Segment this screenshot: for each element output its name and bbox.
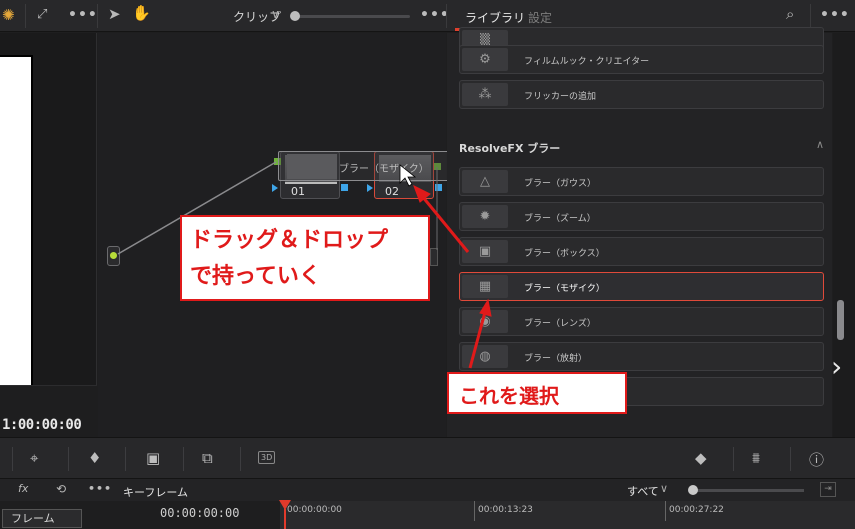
keyframe-timeline: フレーム 00:00:00:00 00:00:00:00 00:00:13:23… (0, 501, 855, 529)
history-icon[interactable]: ⟲ (56, 483, 66, 495)
divider (97, 4, 98, 28)
node-01-input-port[interactable] (272, 184, 278, 192)
expand-panel-icon[interactable]: ⇥ (820, 482, 836, 497)
library-item-label: フリッカーの追加 (524, 92, 597, 102)
library-item-label: ブラー（レンズ） (524, 319, 596, 329)
sparkle-icon: ⁂ (462, 83, 508, 106)
box-blur-icon: ▣ (462, 240, 508, 263)
library-item-label: ブラー（ズーム） (524, 214, 596, 224)
pointer-icon[interactable]: ➤ (108, 7, 121, 22)
node-toolbar: ⌖ ♦ ▣ ⧉ 3D ◆ ⩩ ⓘ (0, 437, 855, 479)
3d-icon[interactable]: 3D (258, 451, 276, 464)
library-item-label: ブラー（モザイク） (524, 284, 605, 294)
divider (12, 447, 13, 471)
callout-drag-drop: ドラッグ＆ドロップ で持っていく (180, 215, 430, 301)
chevron-right-icon[interactable]: › (831, 350, 842, 383)
keyframe-current-time: 00:00:00:00 (160, 506, 240, 520)
keyframe-zoom-track[interactable] (692, 489, 804, 492)
zoom-slider-track[interactable] (298, 15, 410, 18)
library-item-blur-gaussian[interactable]: △ ブラー（ガウス） (459, 167, 824, 196)
node-number: 02 (385, 185, 399, 198)
color-wheel-icon[interactable]: ✺ (2, 8, 15, 23)
divider (68, 447, 69, 471)
chevron-down-icon[interactable]: ∨ (660, 482, 668, 495)
mosaic-blur-icon: ▦ (462, 275, 508, 298)
node-02-output-port[interactable] (435, 184, 442, 191)
more-options-icon[interactable]: ••• (68, 7, 98, 23)
divider (125, 447, 126, 471)
hand-icon[interactable]: ✋ (132, 6, 151, 21)
waveform-icon[interactable]: ⩩ (752, 449, 760, 467)
library-item-blur-lens[interactable]: ◉ ブラー（レンズ） (459, 307, 824, 336)
divider (733, 447, 734, 471)
playhead-line (284, 509, 286, 529)
more-options-icon[interactable]: ••• (820, 7, 850, 23)
radial-blur-icon: ◍ (462, 345, 508, 368)
tab-library[interactable]: ライブラリ (465, 9, 525, 26)
library-item-label: ブラー（ボックス） (524, 249, 605, 259)
divider (790, 447, 791, 471)
ghost-thumbnail (287, 154, 337, 179)
frame-button[interactable]: フレーム (2, 509, 82, 528)
ruler-tick (474, 501, 475, 521)
divider (810, 4, 811, 28)
library-item-flicker[interactable]: ⁂ フリッカーの追加 (459, 80, 824, 109)
divider (183, 447, 184, 471)
chevron-down-icon[interactable]: ∨ (271, 7, 280, 21)
library-item-film-look[interactable]: ⚙ フィルムルック・クリエイター (459, 45, 824, 74)
section-title-blur: ResolveFX ブラー (459, 142, 561, 155)
divider (446, 4, 447, 28)
library-scrollbar[interactable] (837, 300, 844, 340)
collapse-caret-icon[interactable]: ∧ (816, 138, 824, 151)
ruler-tick-label: 00:00:27:22 (669, 505, 724, 515)
gaussian-blur-icon: △ (462, 170, 508, 193)
node-02-input-port[interactable] (367, 184, 373, 192)
ruler-tick-label: 00:00:13:23 (478, 505, 533, 515)
info-icon[interactable]: ⓘ (809, 449, 824, 470)
search-icon[interactable]: ⌕ (786, 7, 794, 22)
library-item-blur-mosaic[interactable]: ▦ ブラー（モザイク） (459, 272, 824, 301)
tab-settings[interactable]: 設定 (528, 9, 552, 26)
ghost-label: ブラー（モザイク） (339, 164, 429, 175)
zoom-slider-knob[interactable] (290, 11, 300, 21)
library-item-blur-radial[interactable]: ◍ ブラー（放射） (459, 342, 824, 371)
source-input-node[interactable] (107, 246, 120, 266)
keyframe-diamond-icon[interactable]: ◆ (695, 449, 707, 467)
keyframe-title: キーフレーム (123, 486, 189, 499)
zoom-blur-icon: ✹ (462, 205, 508, 228)
library-item-label: ブラー（ガウス） (524, 179, 597, 189)
keyframe-ruler[interactable]: 00:00:00:00 00:00:13:23 00:00:27:22 (280, 501, 855, 529)
viewer-timecode: 1:00:00:00 (2, 417, 82, 433)
fx-icon[interactable]: fx (18, 483, 28, 494)
divider (25, 4, 26, 28)
node-divider (285, 182, 337, 184)
keyframe-header: fx ⟲ ••• キーフレーム すべて ∨ ⇥ (0, 479, 855, 501)
more-options-icon[interactable]: ••• (88, 482, 112, 495)
film-reel-icon: ⚙ (462, 48, 508, 71)
callout-select: これを選択 (447, 372, 627, 414)
output-node[interactable] (430, 248, 438, 266)
library-item-blur-zoom[interactable]: ✹ ブラー（ズーム） (459, 202, 824, 231)
source-output-port[interactable] (110, 252, 117, 259)
crosshair-icon[interactable]: ⌖ (30, 449, 38, 467)
viewer-panel (0, 33, 97, 437)
keyframe-zoom-knob[interactable] (688, 485, 698, 495)
library-item-label: ブラー（放射） (524, 354, 588, 364)
lens-blur-icon: ◉ (462, 310, 508, 333)
node-01-output-port[interactable] (341, 184, 348, 191)
divider (240, 447, 241, 471)
library-item-label: フィルムルック・クリエイター (524, 57, 650, 67)
ruler-tick-label: 00:00:00:00 (287, 505, 342, 515)
callout-line: ドラッグ＆ドロップ (190, 228, 389, 253)
library-item-blur-box[interactable]: ▣ ブラー（ボックス） (459, 237, 824, 266)
image-icon[interactable]: ▣ (146, 449, 160, 467)
drops-icon[interactable]: ♦ (88, 449, 101, 467)
transform-icon[interactable]: ⧉ (202, 449, 213, 467)
node-number: 01 (291, 185, 305, 198)
ruler-tick (665, 501, 666, 521)
expand-icon[interactable]: ⤢ (37, 8, 47, 21)
video-preview (0, 55, 33, 417)
callout-line: で持っていく (190, 264, 321, 289)
keyframe-filter-dropdown[interactable]: すべて (627, 483, 659, 499)
